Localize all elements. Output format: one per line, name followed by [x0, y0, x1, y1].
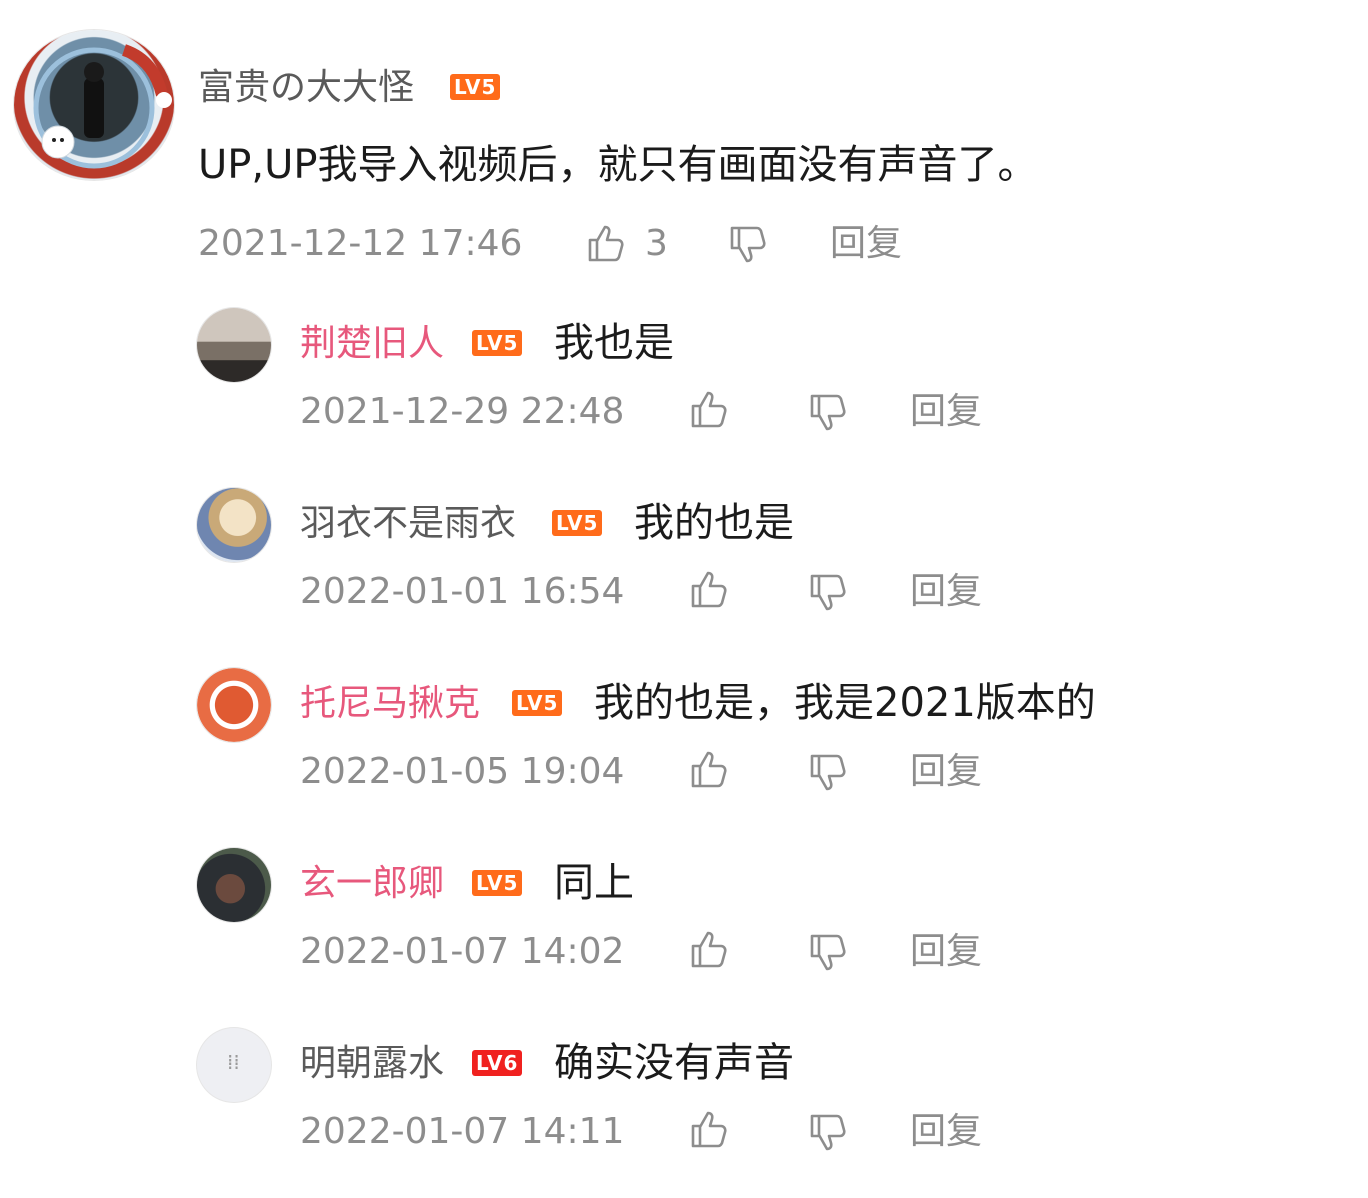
reply-comment: 托尼马揪克 LV5 我的也是，我是2021版本的 2022-01-05 19:0…	[0, 660, 1368, 830]
comment-time: 2021-12-12 17:46	[198, 223, 523, 264]
avatar[interactable]	[197, 308, 271, 382]
username[interactable]: 羽衣不是雨衣	[300, 504, 516, 544]
comment-time: 2021-12-29 22:48	[300, 391, 625, 432]
comment-text: UP,UP我导入视频后，就只有画面没有声音了。	[198, 142, 1038, 188]
like-icon[interactable]	[688, 388, 730, 430]
dislike-icon[interactable]	[807, 752, 849, 794]
reply-comment: 羽衣不是雨衣 LV5 我的也是 2022-01-01 16:54 回复	[0, 480, 1368, 650]
comment-text: 我也是	[554, 320, 674, 366]
like-icon[interactable]	[688, 568, 730, 610]
reply-button[interactable]: 回复	[910, 932, 982, 972]
like-count: 3	[645, 223, 668, 264]
username[interactable]: 明朝露水	[300, 1044, 444, 1084]
level-badge: LV5	[552, 510, 603, 536]
level-badge: LV5	[450, 74, 501, 100]
level-badge: LV5	[512, 690, 563, 716]
reply-comment: 玄一郎卿 LV5 同上 2022-01-07 14:02 回复	[0, 840, 1368, 1010]
main-comment: 富贵の大大怪 LV5 UP,UP我导入视频后，就只有画面没有声音了。 2021-…	[0, 0, 1368, 290]
avatar[interactable]	[197, 668, 271, 742]
comment-time: 2022-01-07 14:02	[300, 931, 625, 972]
like-icon[interactable]	[688, 928, 730, 970]
like-icon[interactable]	[688, 748, 730, 790]
dislike-icon[interactable]	[807, 392, 849, 434]
level-badge: LV5	[472, 330, 523, 356]
comment-text: 同上	[554, 860, 634, 906]
reply-button[interactable]: 回复	[830, 224, 902, 264]
username[interactable]: 荆楚旧人	[300, 324, 444, 364]
avatar[interactable]	[197, 848, 271, 922]
username[interactable]: 玄一郎卿	[300, 864, 444, 904]
comment-text: 确实没有声音	[554, 1040, 794, 1086]
reply-comment: ⁞⁞ 明朝露水 LV6 确实没有声音 2022-01-07 14:11 回复	[0, 1020, 1368, 1190]
avatar-placeholder-icon: ⁞⁞	[227, 1050, 240, 1074]
comment-time: 2022-01-07 14:11	[300, 1111, 625, 1152]
comment-time: 2022-01-05 19:04	[300, 751, 625, 792]
avatar[interactable]: ⁞⁞	[197, 1028, 271, 1102]
reply-comment: 荆楚旧人 LV5 我也是 2021-12-29 22:48 回复	[0, 300, 1368, 470]
level-badge: LV5	[472, 870, 523, 896]
reply-button[interactable]: 回复	[910, 392, 982, 432]
comment-time: 2022-01-01 16:54	[300, 571, 625, 612]
comment-text: 我的也是，我是2021版本的	[594, 680, 1096, 726]
reply-button[interactable]: 回复	[910, 1112, 982, 1152]
username[interactable]: 托尼马揪克	[300, 684, 480, 724]
like-icon[interactable]	[688, 1108, 730, 1150]
avatar[interactable]	[14, 30, 174, 180]
avatar-art-icon	[33, 44, 172, 169]
dislike-icon[interactable]	[807, 1112, 849, 1154]
reply-button[interactable]: 回复	[910, 572, 982, 612]
comment-text: 我的也是	[634, 500, 794, 546]
reply-button[interactable]: 回复	[910, 752, 982, 792]
username[interactable]: 富贵の大大怪	[198, 68, 414, 108]
dislike-icon[interactable]	[807, 932, 849, 974]
level-badge: LV6	[472, 1050, 523, 1076]
like-icon[interactable]	[585, 222, 627, 264]
avatar[interactable]	[197, 488, 271, 562]
dislike-icon[interactable]	[807, 572, 849, 614]
dislike-icon[interactable]	[727, 224, 769, 266]
